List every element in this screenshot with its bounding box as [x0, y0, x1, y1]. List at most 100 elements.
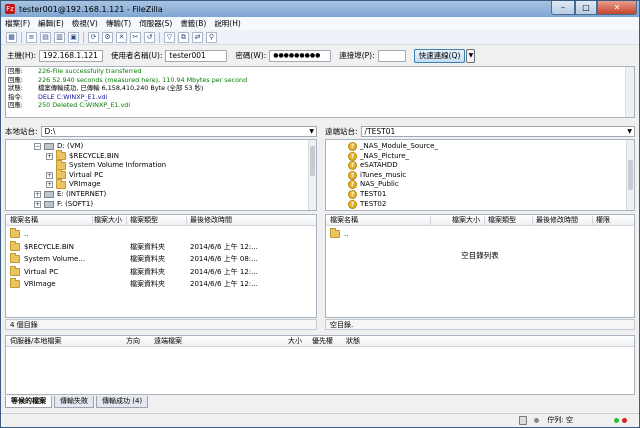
- menu-view[interactable]: 檢視(V): [72, 18, 98, 29]
- remote-path-input[interactable]: /TEST01 ▼: [360, 126, 635, 137]
- quickconnect-dropdown-icon[interactable]: ▼: [466, 48, 476, 63]
- tree-item[interactable]: System Volume Information: [46, 159, 166, 170]
- compare-icon[interactable]: ⧉: [178, 31, 189, 43]
- toggle-log-icon[interactable]: ≡: [26, 31, 37, 43]
- minimize-button[interactable]: –: [551, 1, 575, 15]
- column-filetype[interactable]: 檔案類型: [488, 216, 516, 225]
- username-input[interactable]: tester001: [165, 49, 228, 62]
- quickconnect-button[interactable]: 快速連線(Q): [413, 48, 466, 63]
- tree-item[interactable]: ? _NAS_Module_Source_: [348, 142, 438, 151]
- message-log[interactable]: 回應: 226-File successfully transferred 回應: 2…: [5, 66, 635, 118]
- column-modified[interactable]: 最後修改時間: [536, 216, 578, 225]
- cancel-icon[interactable]: ✕: [116, 31, 127, 43]
- column-remote-file[interactable]: 遠端檔案: [154, 337, 182, 346]
- tab-successful-transfers[interactable]: 傳輸成功 (4): [96, 396, 149, 408]
- menu-bookmarks[interactable]: 書籤(B): [180, 18, 206, 29]
- menu-help[interactable]: 說明(H): [214, 18, 241, 29]
- log-type: 回應:: [8, 67, 23, 75]
- tree-item[interactable]: ? NAS_Public: [348, 180, 399, 190]
- maximize-button[interactable]: □: [575, 1, 597, 15]
- drive-icon: [44, 191, 54, 198]
- password-input[interactable]: ●●●●●●●●●: [269, 49, 332, 62]
- column-separator[interactable]: [532, 216, 533, 225]
- tab-failed-transfers[interactable]: 傳輸失敗: [54, 396, 94, 408]
- log-scrollbar[interactable]: [625, 67, 634, 117]
- refresh-icon[interactable]: ⟳: [88, 31, 99, 43]
- collapse-icon[interactable]: −: [34, 143, 41, 150]
- menu-transfer[interactable]: 傳輸(T): [106, 18, 131, 29]
- column-filename[interactable]: 檔案名稱: [330, 216, 358, 225]
- expand-icon[interactable]: +: [46, 181, 53, 189]
- tree-item[interactable]: ? iTunes_music: [348, 170, 406, 180]
- disconnect-icon[interactable]: ✂: [130, 31, 141, 43]
- column-separator[interactable]: [592, 216, 593, 225]
- host-input[interactable]: 192.168.1.121: [39, 49, 104, 62]
- chevron-down-icon[interactable]: ▼: [627, 127, 634, 136]
- scrollbar-thumb[interactable]: [628, 160, 633, 190]
- tree-item[interactable]: ? _NAS_Picture_: [348, 151, 409, 161]
- title-bar[interactable]: Fz tester001@192.168.1.121 - FileZilla –…: [1, 1, 639, 17]
- table-row[interactable]: ..: [6, 228, 316, 240]
- column-filetype[interactable]: 檔案類型: [130, 216, 158, 225]
- search-icon[interactable]: ⚲: [206, 31, 217, 43]
- table-row[interactable]: ..: [326, 228, 634, 240]
- column-filename[interactable]: 檔案名稱: [10, 216, 38, 225]
- close-button[interactable]: ✕: [597, 1, 637, 15]
- column-separator[interactable]: [484, 216, 485, 225]
- tree-item[interactable]: + F: (SOFT1): [34, 200, 93, 209]
- remote-file-list[interactable]: 檔案名稱 檔案大小 檔案類型 最後修改時間 權限 .. 空目錄列表: [325, 214, 635, 318]
- local-directory-tree[interactable]: − D: (VM) + $RECYCLE.BIN System Volume Infor…: [5, 139, 317, 211]
- tree-item[interactable]: ? TEST02: [348, 199, 386, 209]
- column-modified[interactable]: 最後修改時間: [190, 216, 232, 225]
- sync-browse-icon[interactable]: ⇄: [192, 31, 203, 43]
- column-filesize[interactable]: 檔案大小: [94, 216, 122, 225]
- host-label: 主機(H):: [7, 51, 37, 60]
- column-separator[interactable]: [186, 216, 187, 225]
- table-row[interactable]: System Volume... 檔案資料夾 2014/6/6 上午 08:...: [6, 253, 316, 265]
- tree-item[interactable]: + E: (INTERNET): [34, 190, 106, 199]
- expand-icon[interactable]: +: [34, 200, 41, 208]
- local-file-list[interactable]: 檔案名稱 檔案大小 檔案類型 最後修改時間 .. $RECYCLE.BIN 檔案資料…: [5, 214, 317, 318]
- toggle-queue-icon[interactable]: ▣: [68, 31, 79, 43]
- reconnect-icon[interactable]: ↺: [144, 31, 155, 43]
- process-queue-icon[interactable]: ⚙: [102, 31, 113, 43]
- toolbar: ▦ ≡ ▤ ▥ ▣ ⟳ ⚙ ✕ ✂ ↺ ▽ ⧉ ⇄ ⚲: [1, 30, 639, 45]
- remote-directory-tree[interactable]: ? _NAS_Module_Source_? _NAS_Picture_? eSATA…: [325, 139, 635, 211]
- column-local-file[interactable]: 伺服器/本地檔案: [10, 337, 61, 346]
- local-path-input[interactable]: D:\ ▼: [40, 126, 317, 137]
- tree-item[interactable]: + Virtual PC: [46, 169, 103, 180]
- expand-icon[interactable]: +: [46, 152, 53, 160]
- table-row[interactable]: VRImage 檔案資料夾 2014/6/6 上午 12:...: [6, 278, 316, 290]
- column-size[interactable]: 大小: [288, 337, 302, 346]
- column-filesize[interactable]: 檔案大小: [452, 216, 480, 225]
- table-row[interactable]: $RECYCLE.BIN 檔案資料夾 2014/6/6 上午 12:...: [6, 240, 316, 253]
- table-row[interactable]: Virtual PC 檔案資料夾 2014/6/6 上午 12:...: [6, 265, 316, 278]
- unknown-folder-icon: ?: [348, 199, 357, 209]
- expand-icon[interactable]: +: [34, 191, 41, 198]
- menu-edit[interactable]: 編輯(E): [38, 18, 64, 29]
- tree-item[interactable]: ? TEST01: [348, 190, 386, 199]
- remote-tree-scrollbar[interactable]: [626, 140, 634, 210]
- column-separator[interactable]: [92, 216, 93, 225]
- chevron-down-icon[interactable]: ▼: [309, 127, 316, 136]
- column-permissions[interactable]: 權限: [596, 216, 610, 225]
- tree-item[interactable]: + VRImage: [46, 178, 101, 189]
- tree-item[interactable]: ? eSATAHDD: [348, 161, 398, 171]
- toggle-local-tree-icon[interactable]: ▤: [40, 31, 51, 43]
- expand-icon[interactable]: +: [46, 171, 53, 179]
- transfer-queue[interactable]: 伺服器/本地檔案 方向 遠端檔案 大小 優先權 狀態: [5, 335, 635, 395]
- port-input[interactable]: [377, 49, 406, 62]
- menu-server[interactable]: 伺服器(S): [139, 18, 172, 29]
- tab-queued-files[interactable]: 等候的檔案: [5, 396, 52, 408]
- column-separator[interactable]: [430, 216, 431, 225]
- column-priority[interactable]: 優先權: [312, 337, 333, 346]
- site-manager-icon[interactable]: ▦: [6, 31, 17, 43]
- column-separator[interactable]: [126, 216, 127, 225]
- column-direction[interactable]: 方向: [126, 337, 140, 346]
- filter-icon[interactable]: ▽: [164, 31, 175, 43]
- menu-file[interactable]: 檔案(F): [5, 18, 30, 29]
- local-tree-scrollbar[interactable]: [308, 140, 316, 210]
- column-status[interactable]: 狀態: [346, 337, 360, 346]
- toggle-remote-tree-icon[interactable]: ▥: [54, 31, 65, 43]
- scrollbar-thumb[interactable]: [310, 146, 315, 176]
